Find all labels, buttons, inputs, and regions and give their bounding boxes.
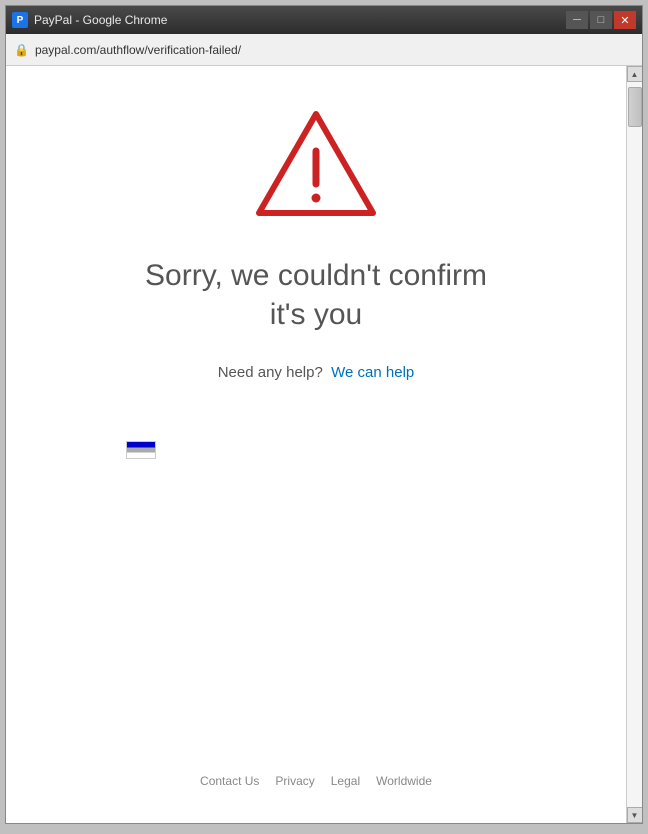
url-display: paypal.com/authflow/verification-failed/ <box>35 43 241 57</box>
window-controls[interactable]: ─ □ ✕ <box>566 11 636 29</box>
minimize-button[interactable]: ─ <box>566 11 588 29</box>
page-main: Sorry, we couldn't confirm it's you Need… <box>6 66 626 823</box>
scroll-thumb[interactable] <box>628 87 642 127</box>
flag-image <box>126 441 156 459</box>
window-title: PayPal - Google Chrome <box>34 13 566 27</box>
scroll-track[interactable] <box>627 82 643 807</box>
page-footer: Contact Us Privacy Legal Worldwide <box>200 754 432 803</box>
page-content: Sorry, we couldn't confirm it's you Need… <box>6 66 626 823</box>
browser-favicon: P <box>12 12 28 28</box>
footer-legal-link[interactable]: Legal <box>331 774 360 788</box>
footer-privacy-link[interactable]: Privacy <box>275 774 314 788</box>
content-wrapper: Sorry, we couldn't confirm it's you Need… <box>6 66 642 823</box>
address-bar: 🔒 paypal.com/authflow/verification-faile… <box>6 34 642 66</box>
browser-window: P PayPal - Google Chrome ─ □ ✕ 🔒 paypal.… <box>5 5 643 824</box>
main-heading: Sorry, we couldn't confirm it's you <box>126 256 506 334</box>
footer-contact-link[interactable]: Contact Us <box>200 774 259 788</box>
help-link[interactable]: We can help <box>331 364 414 381</box>
scroll-up-arrow[interactable]: ▲ <box>627 66 643 82</box>
warning-icon <box>251 106 381 226</box>
footer-worldwide-link[interactable]: Worldwide <box>376 774 432 788</box>
close-button[interactable]: ✕ <box>614 11 636 29</box>
flag-area <box>126 441 156 459</box>
help-text: Need any help? We can help <box>218 364 415 381</box>
lock-icon: 🔒 <box>14 43 29 57</box>
title-bar: P PayPal - Google Chrome ─ □ ✕ <box>6 6 642 34</box>
maximize-button[interactable]: □ <box>590 11 612 29</box>
help-static-text: Need any help? <box>218 364 323 381</box>
scroll-down-arrow[interactable]: ▼ <box>627 807 643 823</box>
scrollbar[interactable]: ▲ ▼ <box>626 66 642 823</box>
